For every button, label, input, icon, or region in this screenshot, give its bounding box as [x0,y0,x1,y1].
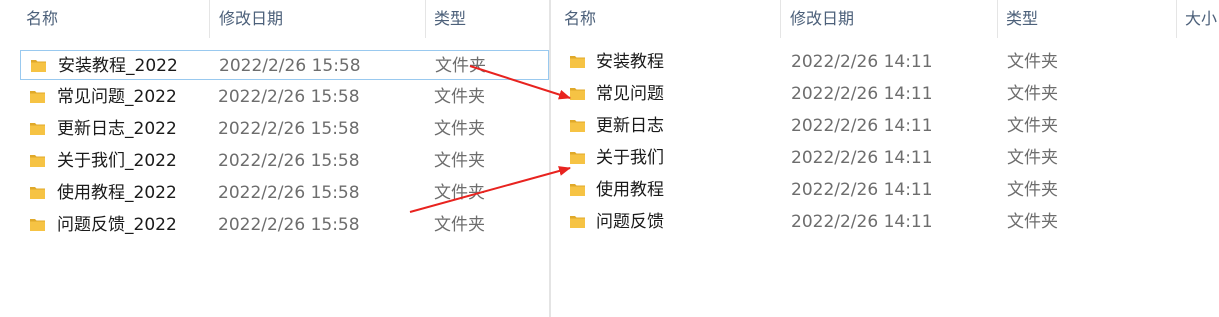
right-explorer-pane: 名称 ^ 修改日期 类型 大小 安装教程 2022/2/26 14:11 文件夹 常见… [551,0,1219,317]
file-name: 问题反馈_2022 [57,215,177,235]
folder-icon [30,122,45,135]
file-row[interactable]: 安装教程_2022 2022/2/26 15:58 文件夹 [20,50,549,80]
file-type: 文件夹 [1007,180,1058,200]
file-name: 关于我们_2022 [57,151,177,171]
file-modified-date: 2022/2/26 15:58 [218,151,360,171]
file-type: 文件夹 [434,215,485,235]
file-modified-date: 2022/2/26 14:11 [791,180,933,200]
column-divider[interactable] [209,0,210,38]
file-type: 文件夹 [1007,116,1058,136]
file-modified-date: 2022/2/26 15:58 [218,215,360,235]
file-row[interactable]: 常见问题 2022/2/26 14:11 文件夹 [559,79,1211,109]
file-row[interactable]: 关于我们 2022/2/26 14:11 文件夹 [559,143,1211,173]
file-type: 文件夹 [434,87,485,107]
file-name: 安装教程_2022 [58,56,178,76]
column-header-size[interactable]: 大小 [1185,0,1217,38]
column-header-name[interactable]: 名称 [26,0,58,38]
column-divider[interactable] [997,0,998,38]
file-type: 文件夹 [1007,212,1058,232]
file-row[interactable]: 安装教程 2022/2/26 14:11 文件夹 [559,47,1211,77]
file-name: 关于我们 [596,148,664,168]
file-modified-date: 2022/2/26 14:11 [791,116,933,136]
sort-ascending-icon: ^ [663,0,674,8]
folder-icon [30,154,45,167]
file-row[interactable]: 更新日志 2022/2/26 14:11 文件夹 [559,111,1211,141]
file-row[interactable]: 常见问题_2022 2022/2/26 15:58 文件夹 [20,82,549,112]
column-header-type[interactable]: 类型 [434,0,466,38]
file-name: 使用教程_2022 [57,183,177,203]
file-type: 文件夹 [1007,52,1058,72]
file-modified-date: 2022/2/26 14:11 [791,84,933,104]
file-modified-date: 2022/2/26 14:11 [791,212,933,232]
folder-icon [31,59,46,72]
file-name: 问题反馈 [596,212,664,232]
file-modified-date: 2022/2/26 15:58 [219,56,361,76]
file-name: 常见问题 [596,84,664,104]
folder-icon [570,55,585,68]
file-row[interactable]: 更新日志_2022 2022/2/26 15:58 文件夹 [20,114,549,144]
file-name: 使用教程 [596,180,664,200]
folder-icon [30,186,45,199]
column-divider[interactable] [425,0,426,38]
file-type: 文件夹 [434,119,485,139]
file-name: 常见问题_2022 [57,87,177,107]
folder-icon [570,87,585,100]
folder-icon [570,151,585,164]
folder-icon [570,215,585,228]
file-modified-date: 2022/2/26 14:11 [791,52,933,72]
sort-ascending-icon: ^ [107,0,118,8]
folder-icon [570,119,585,132]
folder-icon [570,183,585,196]
column-divider[interactable] [780,0,781,38]
file-name: 安装教程 [596,52,664,72]
file-type: 文件夹 [435,56,486,76]
file-type: 文件夹 [434,151,485,171]
file-type: 文件夹 [1007,148,1058,168]
file-modified-date: 2022/2/26 15:58 [218,183,360,203]
column-header-name[interactable]: 名称 [564,0,596,38]
left-explorer-pane: 名称 ^ 修改日期 类型 安装教程_2022 2022/2/26 15:58 文件夹… [0,0,549,317]
file-type: 文件夹 [434,183,485,203]
file-name: 更新日志 [596,116,664,136]
column-header-date[interactable]: 修改日期 [219,0,283,38]
file-row[interactable]: 问题反馈_2022 2022/2/26 15:58 文件夹 [20,210,549,240]
file-modified-date: 2022/2/26 14:11 [791,148,933,168]
folder-icon [30,90,45,103]
column-divider[interactable] [1176,0,1177,38]
column-header-type[interactable]: 类型 [1006,0,1038,38]
file-type: 文件夹 [1007,84,1058,104]
column-header-date[interactable]: 修改日期 [790,0,854,38]
file-row[interactable]: 问题反馈 2022/2/26 14:11 文件夹 [559,207,1211,237]
file-row[interactable]: 使用教程 2022/2/26 14:11 文件夹 [559,175,1211,205]
file-modified-date: 2022/2/26 15:58 [218,119,360,139]
left-column-header: 名称 ^ 修改日期 类型 [0,0,549,38]
file-row[interactable]: 使用教程_2022 2022/2/26 15:58 文件夹 [20,178,549,208]
file-row[interactable]: 关于我们_2022 2022/2/26 15:58 文件夹 [20,146,549,176]
file-modified-date: 2022/2/26 15:58 [218,87,360,107]
file-name: 更新日志_2022 [57,119,177,139]
right-column-header: 名称 ^ 修改日期 类型 大小 [551,0,1219,38]
folder-icon [30,218,45,231]
